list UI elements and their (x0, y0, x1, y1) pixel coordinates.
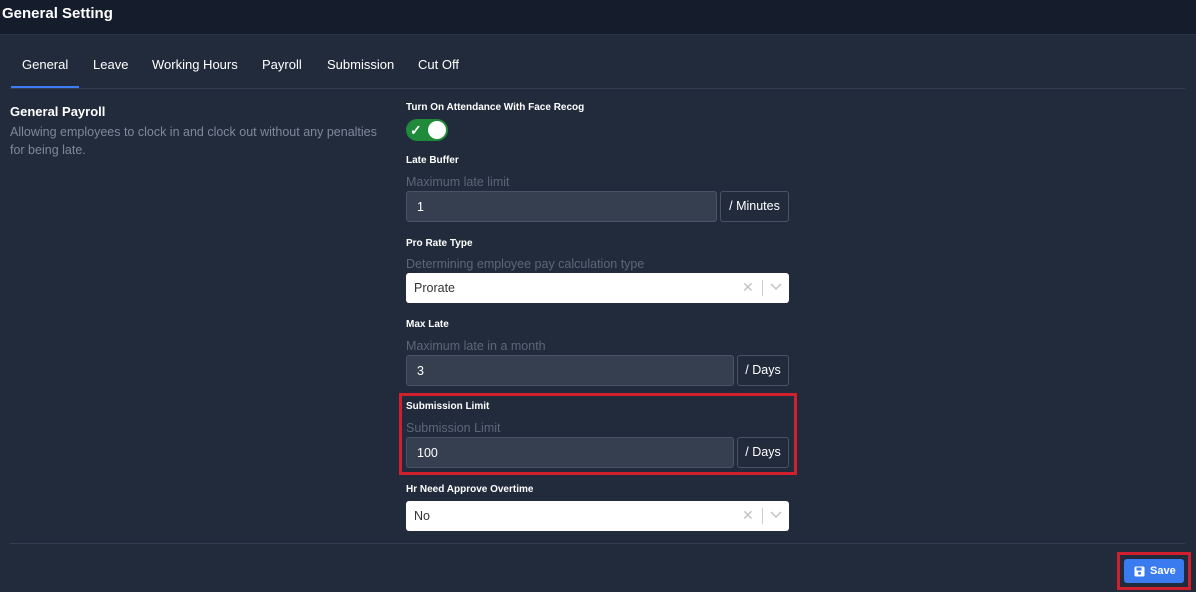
tab-cut-off[interactable]: Cut Off (418, 57, 459, 72)
save-button[interactable]: Save (1124, 559, 1184, 583)
toggle-knob (428, 121, 446, 139)
tab-bar: General Leave Working Hours Payroll Subm… (10, 35, 1185, 89)
late-buffer-unit: / Minutes (720, 191, 789, 222)
section-description: Allowing employees to clock in and clock… (10, 125, 377, 157)
max-late-label: Max Late (406, 319, 449, 330)
late-buffer-input[interactable] (406, 191, 717, 222)
max-late-hint: Maximum late in a month (406, 339, 546, 353)
pro-rate-select[interactable]: Prorate ✕ (406, 273, 789, 303)
face-recog-label: Turn On Attendance With Face Recog (406, 102, 585, 113)
select-separator (762, 280, 763, 296)
tab-general[interactable]: General (10, 57, 80, 88)
save-button-label: Save (1150, 565, 1176, 577)
save-icon (1134, 566, 1145, 577)
page-title: General Setting (2, 5, 113, 22)
late-buffer-label: Late Buffer (406, 155, 459, 166)
hr-approve-value: No (414, 509, 430, 523)
hr-approve-label: Hr Need Approve Overtime (406, 484, 534, 495)
tab-working-hours[interactable]: Working Hours (152, 57, 238, 72)
pro-rate-hint: Determining employee pay calculation typ… (406, 257, 645, 271)
tab-leave[interactable]: Leave (93, 57, 128, 72)
submission-limit-unit: / Days (737, 437, 789, 468)
submission-limit-hint: Submission Limit (406, 421, 501, 435)
footer-divider (10, 543, 1185, 544)
chevron-down-icon[interactable] (769, 279, 783, 293)
settings-card: General Leave Working Hours Payroll Subm… (0, 34, 1196, 592)
hr-approve-select[interactable]: No ✕ (406, 501, 789, 531)
pro-rate-value: Prorate (414, 281, 455, 295)
clear-icon[interactable]: ✕ (742, 279, 754, 296)
submission-limit-label: Submission Limit (406, 401, 490, 412)
clear-icon[interactable]: ✕ (742, 507, 754, 524)
tab-submission[interactable]: Submission (327, 57, 394, 72)
check-icon: ✓ (410, 122, 422, 138)
save-button-highlight: Save (1117, 552, 1191, 590)
max-late-input[interactable] (406, 355, 734, 386)
chevron-down-icon[interactable] (769, 507, 783, 521)
late-buffer-hint: Maximum late limit (406, 175, 510, 189)
select-separator (762, 508, 763, 524)
face-recog-toggle[interactable]: ✓ (406, 119, 448, 141)
submission-limit-input[interactable] (406, 437, 734, 468)
pro-rate-label: Pro Rate Type (406, 238, 473, 249)
max-late-unit: / Days (737, 355, 789, 386)
tab-payroll[interactable]: Payroll (262, 57, 302, 72)
section-title: General Payroll (10, 104, 106, 119)
